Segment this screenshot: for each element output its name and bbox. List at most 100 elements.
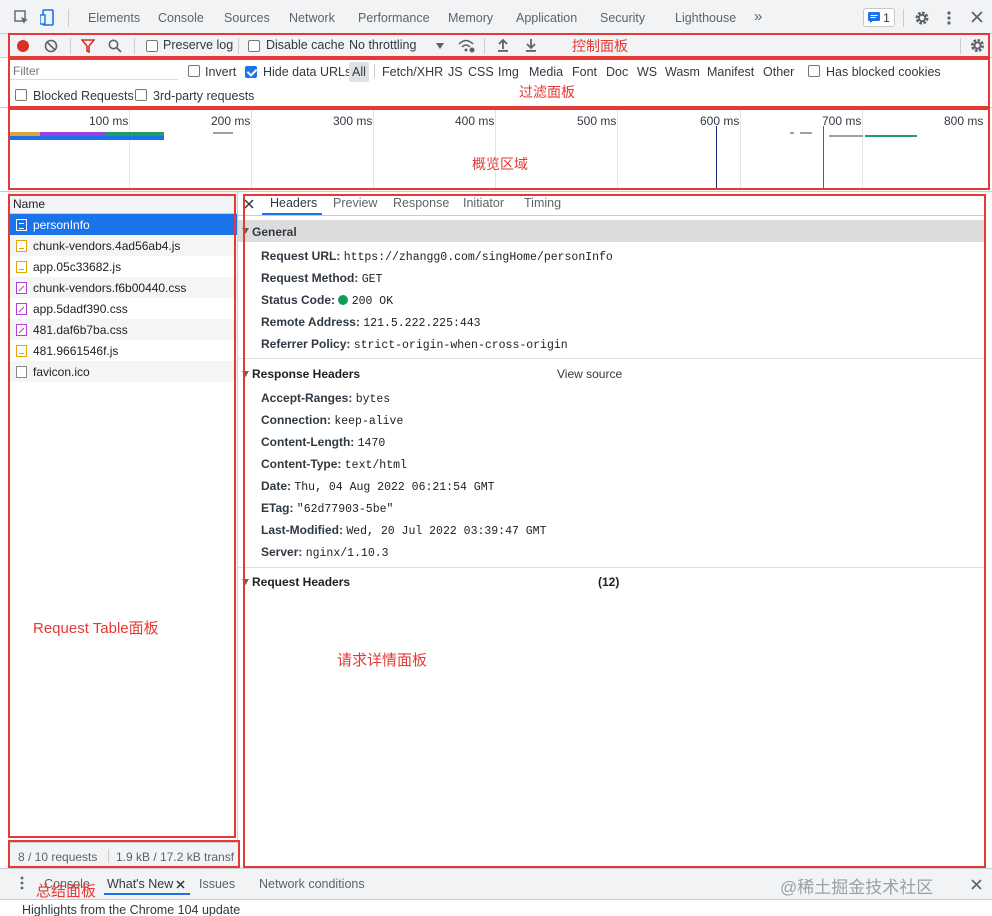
table-row[interactable]: chunk-vendors.f6b00440.css xyxy=(8,277,237,298)
tab-performance[interactable]: Performance xyxy=(358,11,430,25)
column-header-name[interactable]: Name xyxy=(8,192,237,214)
request-headers-title[interactable]: Request Headers xyxy=(252,575,350,589)
request-name: 481.9661546f.js xyxy=(33,343,119,358)
filter-bar: Invert Hide data URLs All Fetch/XHR JS C… xyxy=(0,58,992,108)
network-conditions-icon[interactable] xyxy=(458,38,476,54)
tab-timing[interactable]: Timing xyxy=(524,196,561,210)
drawer-menu-icon[interactable] xyxy=(19,876,25,890)
table-row[interactable]: app.5dadf390.css xyxy=(8,298,237,319)
waterfall-bar xyxy=(865,135,917,137)
more-options-icon[interactable] xyxy=(945,10,953,26)
close-tab-icon[interactable] xyxy=(176,880,185,889)
tab-initiator[interactable]: Initiator xyxy=(463,196,504,210)
type-filter-all[interactable]: All xyxy=(349,62,369,82)
tab-sources[interactable]: Sources xyxy=(224,11,270,25)
tab-console[interactable]: Console xyxy=(158,11,204,25)
type-filter-doc[interactable]: Doc xyxy=(606,65,628,79)
table-row[interactable]: 481.daf6b7ba.css xyxy=(8,319,237,340)
import-har-icon[interactable] xyxy=(497,38,509,53)
tab-memory[interactable]: Memory xyxy=(448,11,493,25)
table-row[interactable]: chunk-vendors.4ad56ab4.js xyxy=(8,235,237,256)
response-header: Connection: keep-alive xyxy=(261,413,404,428)
table-row[interactable]: favicon.ico xyxy=(8,361,237,382)
summary-bar: 8 / 10 requests 1.9 kB / 17.2 kB transfe xyxy=(8,842,238,868)
third-party-checkbox[interactable] xyxy=(135,89,147,101)
type-filter-css[interactable]: CSS xyxy=(468,65,494,79)
status-ok-icon xyxy=(338,295,349,305)
response-header: Content-Length: 1470 xyxy=(261,435,386,450)
invert-checkbox[interactable] xyxy=(188,65,200,77)
tab-headers[interactable]: Headers xyxy=(270,196,317,210)
tick-label: 300 ms xyxy=(333,114,373,128)
type-filter-wasm[interactable]: Wasm xyxy=(665,65,700,79)
type-filter-js[interactable]: JS xyxy=(448,65,463,79)
third-party-label: 3rd-party requests xyxy=(153,89,255,103)
filter-input[interactable] xyxy=(10,62,178,80)
record-icon[interactable] xyxy=(16,39,30,53)
overview-timeline[interactable]: 100 ms 200 ms 300 ms 400 ms 500 ms 600 m… xyxy=(0,108,992,192)
general-referrer-policy: Referrer Policy: strict-origin-when-cros… xyxy=(261,337,568,352)
search-icon[interactable] xyxy=(108,39,122,53)
clear-icon[interactable] xyxy=(44,39,58,53)
blocked-requests-checkbox[interactable] xyxy=(15,89,27,101)
watermark: @稀土掘金技术社区 xyxy=(780,878,934,897)
inspect-element-icon[interactable] xyxy=(14,10,30,26)
filter-icon[interactable] xyxy=(81,39,95,53)
request-detail-panel: Headers Preview Response Initiator Timin… xyxy=(238,192,984,868)
invert-label: Invert xyxy=(205,65,237,79)
throttling-select[interactable]: No throttling xyxy=(349,38,416,52)
type-filter-media[interactable]: Media xyxy=(529,65,563,79)
close-detail-icon[interactable] xyxy=(244,199,254,209)
general-remote-address: Remote Address: 121.5.222.225:443 xyxy=(261,315,481,330)
response-headers-title[interactable]: Response Headers xyxy=(252,367,360,381)
hide-data-urls-checkbox[interactable] xyxy=(245,66,257,78)
chevron-down-icon[interactable] xyxy=(436,43,444,49)
tab-network[interactable]: Network xyxy=(289,11,335,25)
type-filter-fetch-xhr[interactable]: Fetch/XHR xyxy=(382,65,443,79)
response-header: Last-Modified: Wed, 20 Jul 2022 03:39:47… xyxy=(261,523,547,538)
request-name: 481.daf6b7ba.css xyxy=(33,322,128,337)
drawer-tab-network-conditions[interactable]: Network conditions xyxy=(259,877,365,891)
waterfall-bar xyxy=(10,136,164,140)
type-filter-ws[interactable]: WS xyxy=(637,65,657,79)
drawer-tab-issues[interactable]: Issues xyxy=(199,877,235,891)
preserve-log-checkbox[interactable] xyxy=(146,40,158,52)
overview-annotation: 概览区域 xyxy=(472,156,528,172)
drawer-tab-whats-new[interactable]: What's New xyxy=(107,877,173,891)
collapse-triangle-icon[interactable] xyxy=(242,371,249,377)
tab-lighthouse[interactable]: Lighthouse xyxy=(675,11,736,25)
tick-label: 100 ms xyxy=(89,114,129,128)
settings-gear-icon[interactable] xyxy=(914,10,930,26)
type-filter-font[interactable]: Font xyxy=(572,65,597,79)
disable-cache-checkbox[interactable] xyxy=(248,40,260,52)
close-devtools-icon[interactable] xyxy=(971,11,983,23)
tab-preview[interactable]: Preview xyxy=(333,196,377,210)
more-tabs-icon[interactable]: » xyxy=(754,8,762,25)
collapse-triangle-icon[interactable] xyxy=(242,579,249,585)
response-header: Accept-Ranges: bytes xyxy=(261,391,391,406)
close-drawer-icon[interactable] xyxy=(971,879,982,890)
response-header: Content-Type: text/html xyxy=(261,457,407,472)
device-toolbar-icon[interactable] xyxy=(40,9,56,27)
table-row[interactable]: personInfo xyxy=(8,214,237,235)
tab-security[interactable]: Security xyxy=(600,11,645,25)
has-blocked-cookies-checkbox[interactable] xyxy=(808,65,820,77)
tab-elements[interactable]: Elements xyxy=(88,11,140,25)
table-row[interactable]: 481.9661546f.js xyxy=(8,340,237,361)
tab-application[interactable]: Application xyxy=(516,11,577,25)
export-har-icon[interactable] xyxy=(525,38,537,53)
collapse-triangle-icon[interactable] xyxy=(242,228,249,234)
general-section-header[interactable]: General xyxy=(238,220,984,242)
issues-badge[interactable]: 1 xyxy=(863,8,895,27)
stylesheet-file-icon xyxy=(16,281,27,294)
view-source-link[interactable]: View source xyxy=(557,367,622,381)
table-row[interactable]: app.05c33682.js xyxy=(8,256,237,277)
response-header: Date: Thu, 04 Aug 2022 06:21:54 GMT xyxy=(261,479,495,494)
tab-response[interactable]: Response xyxy=(393,196,449,210)
network-settings-gear-icon[interactable] xyxy=(970,38,985,53)
type-filter-manifest[interactable]: Manifest xyxy=(707,65,754,79)
script-file-icon xyxy=(16,239,27,252)
type-filter-other[interactable]: Other xyxy=(763,65,794,79)
general-request-url: Request URL: https://zhangg0.com/singHom… xyxy=(261,249,613,264)
type-filter-img[interactable]: Img xyxy=(498,65,519,79)
